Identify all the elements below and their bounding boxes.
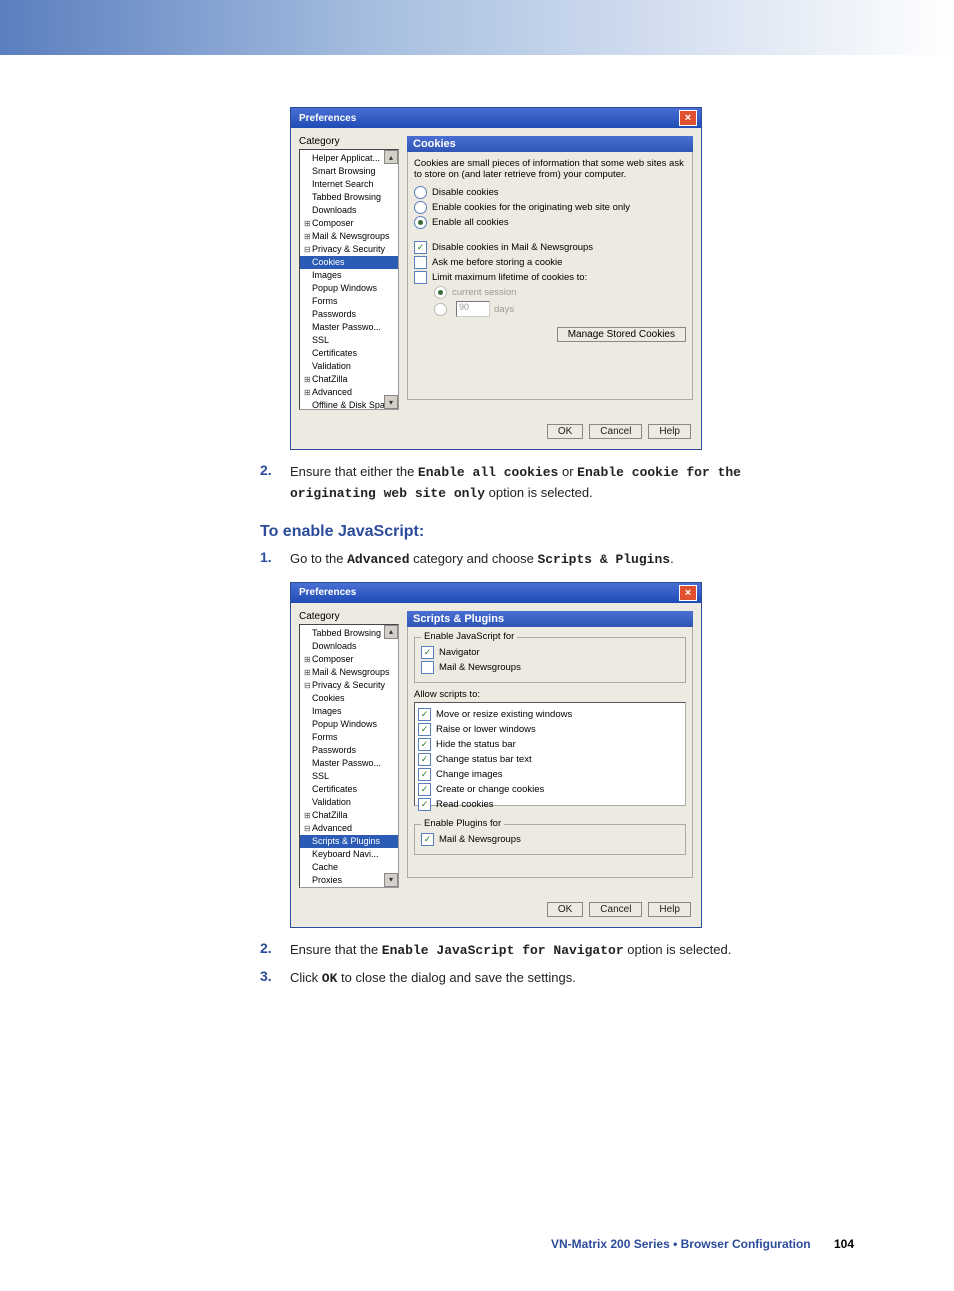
ok-button[interactable]: OK (547, 902, 583, 917)
tree-item[interactable]: Popup Windows (300, 718, 398, 731)
disable-cookies-radio[interactable]: Disable cookies (414, 186, 686, 199)
ask-before-storing-check[interactable]: Ask me before storing a cookie (414, 256, 686, 269)
step-2b: 2. Ensure that the Enable JavaScript for… (260, 940, 794, 961)
tree-item[interactable]: Cookies (300, 256, 398, 269)
step-1b: 1. Go to the Advanced category and choos… (260, 549, 794, 570)
dialog-titlebar: Preferences × (291, 108, 701, 128)
category-label: Category (299, 136, 399, 147)
tree-item[interactable]: Passwords (300, 308, 398, 321)
allow-scripts-list: ✓Move or resize existing windows ✓Raise … (414, 702, 686, 806)
navigator-check[interactable]: ✓Navigator (421, 646, 679, 659)
scroll-down-icon[interactable]: ▾ (384, 873, 398, 887)
help-button[interactable]: Help (648, 424, 691, 439)
move-resize-check[interactable]: ✓Move or resize existing windows (418, 708, 682, 721)
cookies-intro-text: Cookies are small pieces of information … (414, 158, 686, 180)
tree-item[interactable]: ⊟Privacy & Security (300, 243, 398, 256)
enable-js-group-label: Enable JavaScript for (421, 631, 517, 642)
enable-all-cookies-radio[interactable]: Enable all cookies (414, 216, 686, 229)
page-content: Preferences × Category ▴ ▾ Helper Applic… (0, 55, 954, 1037)
category-tree[interactable]: ▴ ▾ Helper Applicat...Smart BrowsingInte… (299, 149, 399, 410)
change-statusbar-check[interactable]: ✓Change status bar text (418, 753, 682, 766)
mail-news-check[interactable]: Mail & Newsgroups (421, 661, 679, 674)
tree-item[interactable]: Validation (300, 796, 398, 809)
cookies-dialog-screenshot: Preferences × Category ▴ ▾ Helper Applic… (290, 107, 702, 450)
tree-item[interactable]: HTTP Networking (300, 887, 398, 888)
scripts-dialog-screenshot: Preferences × Category ▴ ▾ Tabbed Browsi… (290, 582, 702, 928)
ok-button[interactable]: OK (547, 424, 583, 439)
tree-item[interactable]: ⊟Privacy & Security (300, 679, 398, 692)
hide-statusbar-check[interactable]: ✓Hide the status bar (418, 738, 682, 751)
tree-item[interactable]: Popup Windows (300, 282, 398, 295)
dialog-titlebar: Preferences × (291, 583, 701, 603)
days-radio: 90days (434, 301, 686, 317)
tree-item[interactable]: ⊞Composer (300, 217, 398, 230)
current-session-radio: current session (434, 286, 686, 299)
scroll-up-icon[interactable]: ▴ (384, 625, 398, 639)
tree-item[interactable]: Images (300, 269, 398, 282)
tree-item[interactable]: Downloads (300, 640, 398, 653)
read-cookies-check[interactable]: ✓Read cookies (418, 798, 682, 811)
tree-item[interactable]: Keyboard Navi... (300, 848, 398, 861)
tree-item[interactable]: Scripts & Plugins (300, 835, 398, 848)
create-cookies-check[interactable]: ✓Create or change cookies (418, 783, 682, 796)
dialog-title: Preferences (299, 113, 356, 124)
tree-item[interactable]: Passwords (300, 744, 398, 757)
disable-mail-cookies-check[interactable]: ✓Disable cookies in Mail & Newsgroups (414, 241, 686, 254)
enable-js-heading: To enable JavaScript: (260, 523, 794, 541)
tree-item[interactable]: ⊟Advanced (300, 822, 398, 835)
tree-item[interactable]: Master Passwo... (300, 321, 398, 334)
raise-lower-check[interactable]: ✓Raise or lower windows (418, 723, 682, 736)
step-2a: 2. Ensure that either the Enable all coo… (260, 462, 794, 503)
originating-only-radio[interactable]: Enable cookies for the originating web s… (414, 201, 686, 214)
scroll-up-icon[interactable]: ▴ (384, 150, 398, 164)
tree-item[interactable]: Forms (300, 731, 398, 744)
tree-item[interactable]: Forms (300, 295, 398, 308)
manage-cookies-button[interactable]: Manage Stored Cookies (557, 327, 686, 342)
top-gradient-bar (0, 0, 954, 55)
footer-doc-title: VN-Matrix 200 Series • Browser Configura… (551, 1237, 811, 1251)
tree-item[interactable]: Smart Browsing (300, 165, 398, 178)
tree-item[interactable]: Master Passwo... (300, 757, 398, 770)
scroll-down-icon[interactable]: ▾ (384, 395, 398, 409)
plugins-mail-check[interactable]: ✓Mail & Newsgroups (421, 833, 679, 846)
step-3b: 3. Click OK to close the dialog and save… (260, 968, 794, 989)
tree-item[interactable]: SSL (300, 770, 398, 783)
page-footer: VN-Matrix 200 Series • Browser Configura… (0, 1237, 954, 1291)
tree-item[interactable]: SSL (300, 334, 398, 347)
close-icon[interactable]: × (679, 585, 697, 601)
close-icon[interactable]: × (679, 110, 697, 126)
tree-item[interactable]: Cookies (300, 692, 398, 705)
allow-scripts-label: Allow scripts to: (414, 689, 686, 700)
tree-item[interactable]: Images (300, 705, 398, 718)
tree-item[interactable]: Certificates (300, 347, 398, 360)
category-tree[interactable]: ▴ ▾ Tabbed BrowsingDownloads⊞Composer⊞Ma… (299, 624, 399, 888)
tree-item[interactable]: ⊞Mail & Newsgroups (300, 230, 398, 243)
limit-lifetime-check[interactable]: Limit maximum lifetime of cookies to: (414, 271, 686, 284)
enable-plugins-group-label: Enable Plugins for (421, 818, 504, 829)
panel-title: Scripts & Plugins (407, 611, 693, 627)
help-button[interactable]: Help (648, 902, 691, 917)
panel-title: Cookies (407, 136, 693, 152)
dialog-title: Preferences (299, 587, 356, 598)
footer-page-number: 104 (834, 1237, 854, 1251)
tree-item[interactable]: Validation (300, 360, 398, 373)
tree-item[interactable]: Downloads (300, 204, 398, 217)
category-label: Category (299, 611, 399, 622)
tree-item[interactable]: ⊞ChatZilla (300, 809, 398, 822)
change-images-check[interactable]: ✓Change images (418, 768, 682, 781)
cancel-button[interactable]: Cancel (589, 902, 642, 917)
tree-item[interactable]: ⊞ChatZilla (300, 373, 398, 386)
cancel-button[interactable]: Cancel (589, 424, 642, 439)
tree-item[interactable]: ⊞Composer (300, 653, 398, 666)
tree-item[interactable]: ⊞Mail & Newsgroups (300, 666, 398, 679)
tree-item[interactable]: Tabbed Browsing (300, 191, 398, 204)
tree-item[interactable]: Internet Search (300, 178, 398, 191)
tree-item[interactable]: Certificates (300, 783, 398, 796)
